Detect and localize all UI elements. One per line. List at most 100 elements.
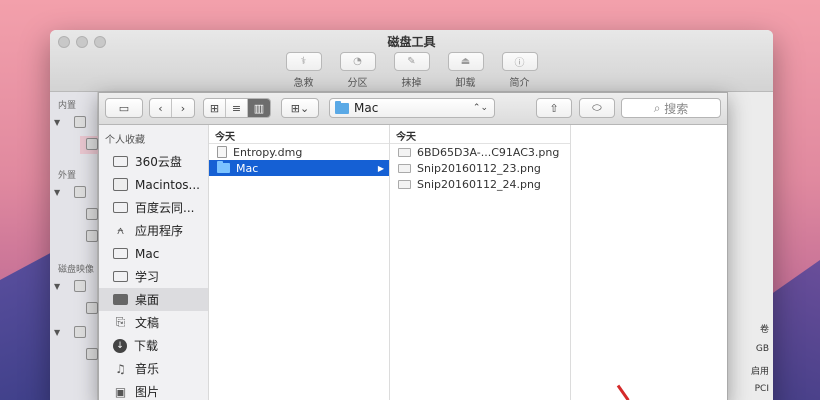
file-name: Entropy.dmg <box>233 145 303 159</box>
sidebar-item-music[interactable]: ♫ 音乐 <box>99 357 208 380</box>
volume-icon[interactable] <box>86 348 98 360</box>
sidebar-item-downloads[interactable]: ↓ 下载 <box>99 334 208 357</box>
grid-arrange-icon: ⊞⌄ <box>290 101 310 115</box>
path-popup[interactable]: Mac ⌃⌄ <box>329 98 495 118</box>
sidebar-icon: ▭ <box>118 101 130 115</box>
sidebar-item-study[interactable]: 学习 <box>99 265 208 288</box>
sidebar-item-label: 音乐 <box>135 362 160 376</box>
info-tool[interactable]: ⓘ 简介 <box>497 52 543 89</box>
info-icon[interactable]: ⓘ <box>501 52 538 71</box>
disk-info-pane: 卷 GB 启用 PCI <box>733 92 773 400</box>
disk-icon[interactable] <box>74 116 86 128</box>
folder-icon <box>217 161 230 173</box>
disk-icon <box>113 178 128 191</box>
png-file-icon <box>398 179 411 189</box>
file-row-entropy[interactable]: Entropy.dmg <box>209 144 389 160</box>
volume-icon[interactable] <box>86 230 98 242</box>
sidebar-section-external: 外置 <box>58 171 77 181</box>
sidebar-item-documents[interactable]: ⎘ 文稿 <box>99 311 208 334</box>
back-button[interactable]: ‹ <box>150 99 172 117</box>
disk-utility-sidebar: 内置 ▼ 外置 ▼ 磁盘映像 ▼ ▼ <box>50 92 98 400</box>
share-button[interactable]: ⇧ <box>536 98 572 118</box>
stethoscope-icon[interactable]: ⚕ <box>285 52 322 71</box>
disk-icon[interactable] <box>74 186 86 198</box>
erase-tool[interactable]: ✎ 抹掉 <box>389 52 435 89</box>
dmg-file-icon <box>217 146 227 158</box>
disclosure-triangle-icon[interactable]: ▼ <box>54 188 60 197</box>
updown-chevron-icon: ⌃⌄ <box>472 103 488 113</box>
tag-icon: ⬭ <box>592 101 602 114</box>
downloads-icon: ↓ <box>113 338 127 353</box>
file-name: Snip20160112_23.png <box>417 161 541 175</box>
first-aid-label: 急救 <box>293 78 314 89</box>
sidebar-item-desktop[interactable]: 桌面 <box>99 288 208 311</box>
finder-sidebar: 个人收藏 360云盘 Macintos... 百度云同... ⍲ 应用程序 Mac… <box>99 125 209 400</box>
unmount-tool[interactable]: ⏏ 卸载 <box>443 52 489 89</box>
volume-icon[interactable] <box>86 302 98 314</box>
sidebar-item-label: 应用程序 <box>135 224 184 238</box>
column-view-button[interactable]: ▥ <box>248 99 270 117</box>
info-fragment: 启用 <box>750 367 769 377</box>
unmount-icon[interactable]: ⏏ <box>447 52 484 71</box>
sidebar-item-360[interactable]: 360云盘 <box>99 150 208 173</box>
file-row-image[interactable]: Snip20160112_24.png <box>390 176 570 192</box>
sidebar-item-applications[interactable]: ⍲ 应用程序 <box>99 219 208 242</box>
expand-arrow-icon: ▶ <box>377 163 384 173</box>
unmount-label: 卸载 <box>455 78 476 89</box>
volume-icon[interactable] <box>86 208 98 220</box>
sidebar-item-label: Mac <box>135 246 160 261</box>
disk-icon[interactable] <box>74 326 86 338</box>
forward-button[interactable]: › <box>172 99 194 117</box>
sidebar-item-pictures[interactable]: ▣ 图片 <box>99 380 208 400</box>
tags-button[interactable]: ⬭ <box>579 98 615 118</box>
file-row-image[interactable]: Snip20160112_23.png <box>390 160 570 176</box>
disk-utility-titlebar: 磁盘工具 ⚕ 急救 ◔ 分区 ✎ 抹掉 ⏏ 卸载 ⓘ 简介 <box>50 30 773 92</box>
sidebar-toggle-button[interactable]: ▭ <box>105 98 143 118</box>
info-fragment: PCI <box>754 384 769 394</box>
open-file-panel: ▭ ‹ › ⊞ ≡ ▥ ⊞⌄ Mac ⌃⌄ ⇧ ⬭ ⌕ 搜索 个人收藏 360云… <box>98 92 728 400</box>
folder-icon <box>335 100 349 114</box>
documents-icon: ⎘ <box>115 315 126 329</box>
folder-row-mac[interactable]: Mac ▶ <box>209 160 389 176</box>
sidebar-item-macintosh[interactable]: Macintos... <box>99 173 208 196</box>
file-row-image[interactable]: 6BD65D3A-...C91AC3.png <box>390 144 570 160</box>
volume-icon[interactable] <box>86 138 98 150</box>
browser-column-2: 今天 6BD65D3A-...C91AC3.png Snip20160112_2… <box>390 125 571 400</box>
browser-column-1: 今天 Entropy.dmg Mac ▶ <box>209 125 390 400</box>
sidebar-item-label: 学习 <box>135 270 160 284</box>
panel-toolbar: ▭ ‹ › ⊞ ≡ ▥ ⊞⌄ Mac ⌃⌄ ⇧ ⬭ ⌕ 搜索 <box>99 93 727 125</box>
info-label: 简介 <box>509 78 530 89</box>
search-input[interactable]: ⌕ 搜索 <box>621 98 721 118</box>
info-fragment: GB <box>755 344 769 354</box>
column-header: 今天 <box>390 125 570 144</box>
disclosure-triangle-icon[interactable]: ▼ <box>54 282 60 291</box>
search-icon: ⌕ <box>653 100 665 115</box>
sidebar-item-mac[interactable]: Mac <box>99 242 208 265</box>
arrange-button[interactable]: ⊞⌄ <box>281 98 319 118</box>
disclosure-triangle-icon[interactable]: ▼ <box>54 118 60 127</box>
disclosure-triangle-icon[interactable]: ▼ <box>54 328 60 337</box>
sidebar-item-label: 图片 <box>135 385 160 399</box>
sidebar-item-baidu[interactable]: 百度云同... <box>99 196 208 219</box>
window-title: 磁盘工具 <box>387 35 436 49</box>
partition-icon[interactable]: ◔ <box>339 52 376 71</box>
disk-utility-toolbar: ⚕ 急救 ◔ 分区 ✎ 抹掉 ⏏ 卸载 ⓘ 简介 <box>50 52 773 89</box>
desktop-icon <box>113 294 128 305</box>
pictures-icon: ▣ <box>114 384 127 399</box>
png-file-icon <box>398 163 411 173</box>
sidebar-item-label: 桌面 <box>135 293 160 307</box>
erase-icon[interactable]: ✎ <box>393 52 430 71</box>
icon-view-button[interactable]: ⊞ <box>204 99 226 117</box>
disk-icon[interactable] <box>74 280 86 292</box>
column-header: 今天 <box>209 125 389 144</box>
sidebar-item-label: 下载 <box>134 339 159 353</box>
folder-icon <box>113 156 128 167</box>
folder-icon <box>113 271 128 282</box>
file-name: 6BD65D3A-...C91AC3.png <box>417 145 560 159</box>
first-aid-tool[interactable]: ⚕ 急救 <box>281 52 327 89</box>
applications-icon: ⍲ <box>116 223 125 237</box>
list-view-button[interactable]: ≡ <box>226 99 248 117</box>
favorites-header: 个人收藏 <box>105 135 145 146</box>
sidebar-item-label: 文稿 <box>135 316 160 330</box>
partition-tool[interactable]: ◔ 分区 <box>335 52 381 89</box>
